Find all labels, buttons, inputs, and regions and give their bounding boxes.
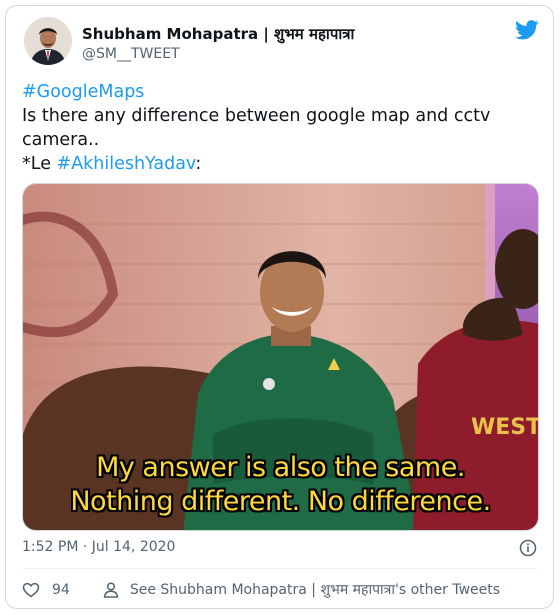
jersey-text: WEST I [471,415,539,440]
author-handle[interactable]: @SM__TWEET [82,46,180,62]
tweet-text-suffix: : [195,154,202,174]
hashtag-akhileshyadav[interactable]: #AkhileshYadav [57,154,196,174]
person-icon [103,581,119,598]
avatar-image [24,17,72,65]
info-icon[interactable] [519,539,537,557]
other-tweets-link[interactable]: See Shubham Mohapatra | शुभम महापात्रा's… [102,580,500,599]
twitter-bird-icon[interactable] [515,20,539,40]
tweet-timestamp[interactable]: 1:52 PM · Jul 14, 2020 [22,539,175,555]
like-button[interactable]: 94 [22,581,102,599]
heart-icon [22,582,40,597]
tweet-text-line: Is there any difference between google m… [22,106,491,150]
author-name[interactable]: Shubham Mohapatra | शुभम महापात्रा [82,24,354,44]
tweet-text-prefix: *Le [22,154,57,174]
hashtag-googlemaps[interactable]: #GoogleMaps [22,82,144,102]
other-tweets-label: See Shubham Mohapatra | शुभम महापात्रा's… [129,582,501,598]
tweet-text: #GoogleMaps Is there any difference betw… [22,80,542,176]
like-count: 94 [52,581,70,598]
meme-caption-line2: Nothing different. No difference. [70,486,491,517]
meme-caption-line1: My answer is also the same. [96,452,465,483]
divider [22,568,537,569]
avatar[interactable] [24,17,72,65]
tweet-card: Shubham Mohapatra | शुभम महापात्रा @SM__… [5,5,554,609]
tweet-actions: 94 See Shubham Mohapatra | शुभम महापात्र… [22,580,500,599]
tweet-media-image[interactable]: WEST I My answer is also the same. Nothi… [22,183,539,531]
